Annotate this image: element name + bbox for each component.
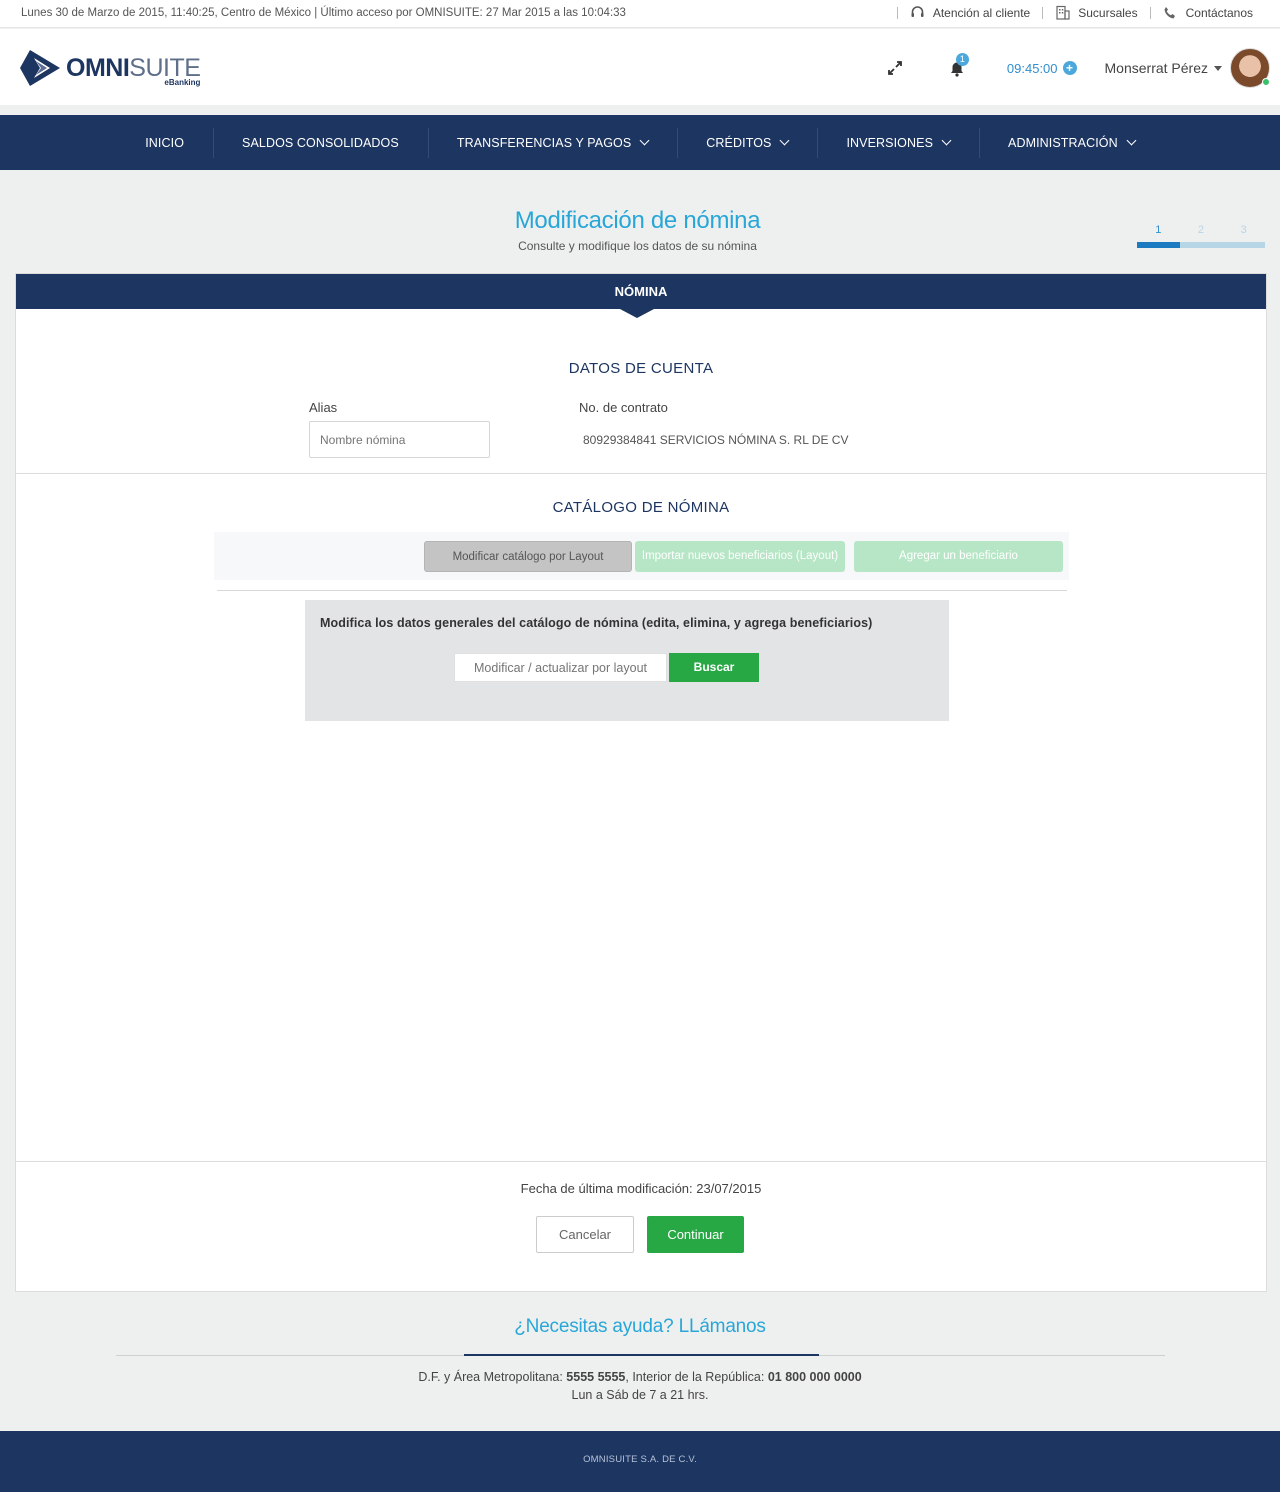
layout-upload-panel: Modifica los datos generales del catálog…: [305, 600, 949, 721]
hours-line: Lun a Sáb de 7 a 21 hrs.: [571, 1388, 709, 1402]
nav-label: INVERSIONES: [846, 135, 934, 150]
tabs-divider: [217, 590, 1067, 591]
main-navigation: INICIO SALDOS CONSOLIDADOS TRANSFERENCIA…: [0, 115, 1280, 170]
divider: [896, 6, 898, 19]
alias-label: Alias: [309, 400, 338, 415]
nav-label: TRANSFERENCIAS Y PAGOS: [456, 135, 632, 150]
nav-label: CRÉDITOS: [706, 135, 772, 150]
catalogo-title: CATÁLOGO DE NÓMINA: [552, 499, 730, 516]
nav-item-inversiones[interactable]: INVERSIONES: [817, 115, 979, 170]
logo-mark-icon: [20, 50, 60, 86]
help-divider-accent: [464, 1354, 819, 1356]
phone-label-interior: , Interior de la República:: [625, 1370, 768, 1384]
chevron-down-icon: [639, 135, 650, 146]
page-title-block: Modificación de nómina Consulte y modifi…: [0, 207, 1275, 253]
phone-number-df[interactable]: 5555 5555: [566, 1370, 625, 1384]
nav-label: INICIO: [145, 135, 185, 150]
top-status-bar: Lunes 30 de Marzo de 2015, 11:40:25, Cen…: [0, 0, 1280, 28]
nav-item-administracion[interactable]: ADMINISTRACIÓN: [979, 115, 1164, 170]
caret-down-icon: [1214, 65, 1222, 71]
contact-link[interactable]: Contáctanos: [1163, 5, 1253, 20]
help-title: ¿Necesitas ayuda? LLámanos: [514, 1316, 766, 1337]
buscar-button[interactable]: Buscar: [669, 653, 759, 682]
fullscreen-icon[interactable]: [885, 58, 905, 78]
app-header: OMNISUITE eBanking 1 09:45:00 + Monserra…: [0, 29, 1280, 105]
branches-link[interactable]: Sucursales: [1055, 5, 1138, 20]
online-status-dot: [1262, 78, 1270, 86]
nav-item-saldos[interactable]: SALDOS CONSOLIDADOS: [213, 115, 428, 170]
card-header: NÓMINA: [16, 274, 1266, 318]
panel-description: Modifica los datos generales del catálog…: [320, 616, 873, 630]
help-phones: D.F. y Área Metropolitana: 5555 5555, In…: [0, 1368, 1280, 1404]
last-modified-text: Fecha de última modificación: 23/07/2015: [520, 1181, 762, 1196]
phone-label-df: D.F. y Área Metropolitana:: [418, 1370, 567, 1384]
page-title: Modificación de nómina: [514, 207, 761, 234]
building-icon: [1055, 5, 1070, 20]
cancel-button[interactable]: Cancelar: [536, 1216, 634, 1253]
chevron-down-icon: [1126, 135, 1137, 146]
footer-divider: [16, 1161, 1266, 1162]
tab-importar-beneficiarios[interactable]: Importar nuevos beneficiarios (Layout): [635, 541, 845, 572]
phone-number-interior[interactable]: 01 800 000 0000: [768, 1370, 862, 1384]
contrato-value: 80929384841 SERVICIOS NÓMINA S. RL DE CV: [583, 433, 849, 447]
top-links: Atención al cliente Sucursales Contáctan…: [885, 5, 1253, 20]
nav-item-creditos[interactable]: CRÉDITOS: [677, 115, 817, 170]
phone-line: D.F. y Área Metropolitana: 5555 5555, In…: [0, 1368, 1280, 1386]
catalogo-tabs: Modificar catálogo por Layout Importar n…: [214, 532, 1069, 580]
chevron-down-icon: [780, 135, 790, 146]
logo-wordmark: OMNISUITE eBanking: [66, 53, 201, 86]
contrato-label: No. de contrato: [579, 400, 668, 415]
logo-bold-text: OMNI: [66, 53, 130, 82]
customer-service-link[interactable]: Atención al cliente: [910, 5, 1030, 20]
avatar[interactable]: [1230, 48, 1270, 88]
tab-agregar-beneficiario[interactable]: Agregar un beneficiario: [854, 541, 1063, 572]
datos-cuenta-title: DATOS DE CUENTA: [568, 360, 714, 377]
user-name: Monserrat Pérez: [1104, 60, 1208, 76]
omnisuite-logo[interactable]: OMNISUITE eBanking: [20, 50, 201, 86]
nav-label: SALDOS CONSOLIDADOS: [242, 135, 399, 150]
step-progress-bar: [1137, 242, 1265, 248]
step-2: 2: [1197, 224, 1205, 236]
page-subtitle: Consulte y modifique los datos de su nóm…: [518, 239, 757, 253]
continue-button[interactable]: Continuar: [647, 1216, 744, 1253]
notifications-bell-icon[interactable]: 1: [947, 53, 969, 78]
customer-service-label: Atención al cliente: [932, 5, 1031, 20]
user-menu[interactable]: Monserrat Pérez: [1105, 60, 1222, 76]
nomina-card: NÓMINA DATOS DE CUENTA Alias No. de cont…: [15, 273, 1267, 1292]
logo-subtitle: eBanking: [164, 77, 201, 87]
phone-icon: [1163, 5, 1178, 20]
step-1: 1: [1155, 224, 1162, 236]
page-footer: OMNISUITE S.A. DE C.V.: [0, 1431, 1280, 1492]
alias-input[interactable]: [309, 421, 490, 458]
tab-modificar-layout[interactable]: Modificar catálogo por Layout: [424, 541, 632, 572]
headset-icon: [910, 5, 925, 20]
session-time-text: 09:45:00: [1006, 60, 1058, 76]
contact-label: Contáctanos: [1185, 5, 1253, 20]
nav-item-transferencias[interactable]: TRANSFERENCIAS Y PAGOS: [427, 115, 677, 170]
session-timer: 09:45:00 +: [1007, 61, 1077, 76]
divider: [1042, 6, 1044, 19]
chevron-down-icon: [941, 135, 952, 146]
branches-label: Sucursales: [1078, 5, 1138, 20]
section-divider: [16, 473, 1266, 474]
nav-label: ADMINISTRACIÓN: [1008, 135, 1118, 150]
layout-file-input[interactable]: [454, 653, 667, 682]
extend-session-plus-icon[interactable]: +: [1062, 61, 1077, 75]
session-status-text: Lunes 30 de Marzo de 2015, 11:40:25, Cen…: [21, 7, 626, 19]
step-indicator: 1 2 3: [1137, 224, 1265, 248]
help-divider: [116, 1354, 1165, 1356]
nav-item-inicio[interactable]: INICIO: [116, 115, 213, 170]
step-progress-fill: [1137, 242, 1180, 248]
notification-count-badge: 1: [955, 53, 969, 66]
divider: [1149, 6, 1151, 19]
header-actions: 1 09:45:00 + Monserrat Pérez: [885, 48, 1270, 88]
step-3: 3: [1240, 224, 1247, 236]
